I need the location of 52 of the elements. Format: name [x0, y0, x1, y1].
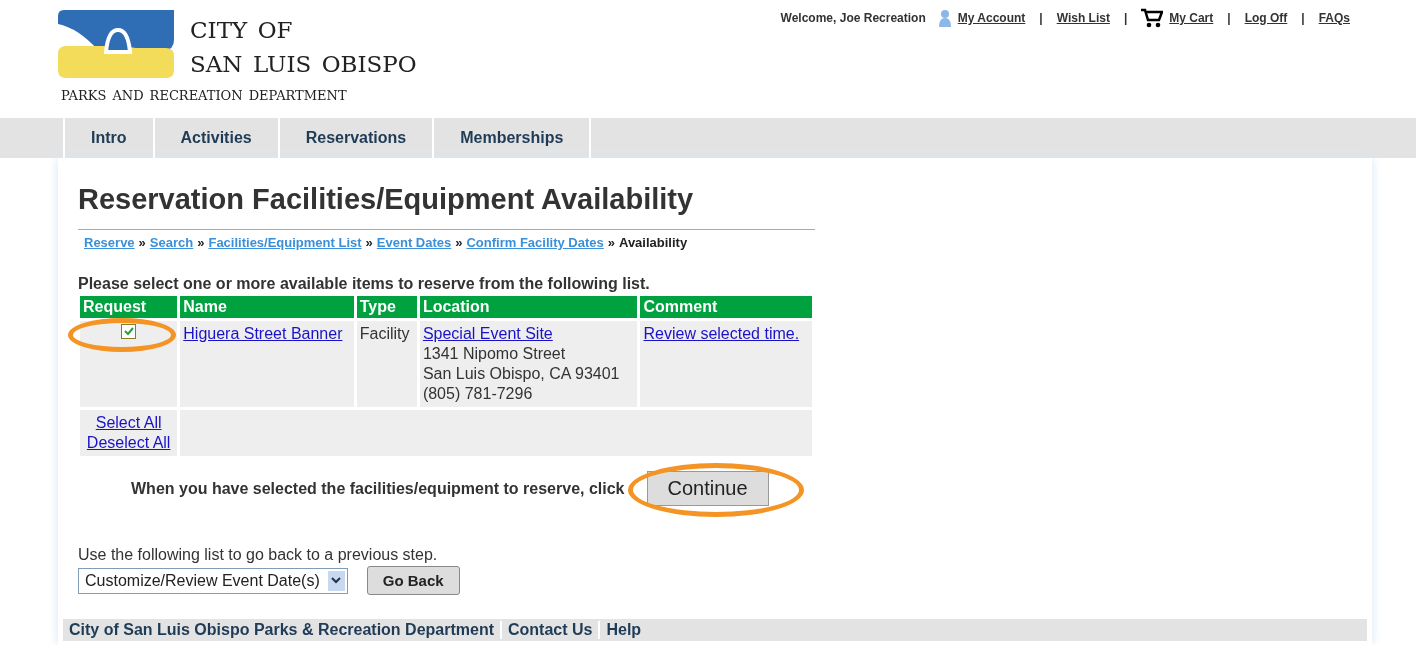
separator: |	[1039, 11, 1043, 25]
location-link[interactable]: Special Event Site	[422, 325, 553, 342]
step-select[interactable]: Customize/Review Event Date(s)	[78, 567, 348, 594]
caret-icon	[331, 577, 342, 584]
column-header: Name	[180, 296, 354, 318]
address-line: San Luis Obispo, CA 93401	[422, 364, 621, 384]
person-icon	[937, 9, 952, 27]
logo-subtitle: parks and recreation department	[61, 82, 348, 104]
column-header: Request	[80, 296, 178, 318]
account-link[interactable]: FAQs	[1318, 11, 1350, 25]
continue-prompt: When you have selected the facilities/equipment to reserve, click	[131, 479, 625, 498]
breadcrumb-link[interactable]: Search	[149, 235, 194, 250]
account-link[interactable]: Log Off	[1244, 11, 1288, 25]
breadcrumb-separator: »	[365, 235, 373, 250]
welcome-text: Welcome, Joe Recreation	[780, 11, 926, 25]
nav-tab[interactable]: Activities	[152, 118, 278, 158]
instruction-text: Please select one or more available items to reserve from the following list.	[78, 275, 651, 293]
go-back-button[interactable]: Go Back	[366, 566, 460, 595]
footer-link[interactable]: Contact Us	[500, 621, 599, 639]
nav-tab[interactable]: Intro	[63, 118, 153, 158]
separator: |	[1227, 11, 1231, 25]
breadcrumb-separator: »	[197, 235, 205, 250]
facility-link[interactable]: Higuera Street Banner	[183, 325, 343, 342]
column-header: Type	[356, 296, 417, 318]
cart-icon	[1141, 8, 1164, 28]
breadcrumb-separator: »	[607, 235, 615, 250]
breadcrumb-current: Availability	[619, 235, 688, 250]
breadcrumb-separator: »	[455, 235, 463, 250]
deselect-all-link[interactable]: Deselect All	[86, 434, 171, 451]
page-title: Reservation Facilities/Equipment Availability	[78, 183, 815, 230]
account-link[interactable]: My Account	[957, 11, 1026, 25]
address-line: (805) 781-7296	[422, 384, 534, 404]
column-header: Location	[419, 296, 638, 318]
checkbox[interactable]	[121, 324, 137, 339]
nav-tab[interactable]: Memberships	[432, 118, 592, 158]
type-cell: Facility	[356, 321, 417, 407]
footer-link[interactable]: City of San Luis Obispo Parks & Recreation Department	[69, 621, 500, 639]
select-all-link[interactable]: Select All	[95, 414, 162, 431]
comment-link[interactable]: Review selected time.	[643, 325, 800, 342]
continue-button[interactable]: Continue	[646, 471, 769, 506]
separator: |	[1123, 11, 1128, 25]
column-header: Comment	[640, 296, 812, 318]
logo-text: city of	[190, 10, 294, 44]
account-link[interactable]: My Cart	[1169, 11, 1214, 25]
nav-tab[interactable]: Reservations	[277, 118, 433, 158]
go-back-prompt: Use the following list to go back to a previous step.	[78, 546, 439, 564]
separator: |	[1301, 11, 1305, 25]
footer-link[interactable]: Help	[598, 621, 648, 639]
logo-text: san luis obispo	[190, 44, 417, 78]
account-link[interactable]: Wish List	[1056, 11, 1110, 25]
address-line: 1341 Nipomo Street	[422, 344, 567, 364]
breadcrumb-separator: »	[138, 235, 146, 250]
